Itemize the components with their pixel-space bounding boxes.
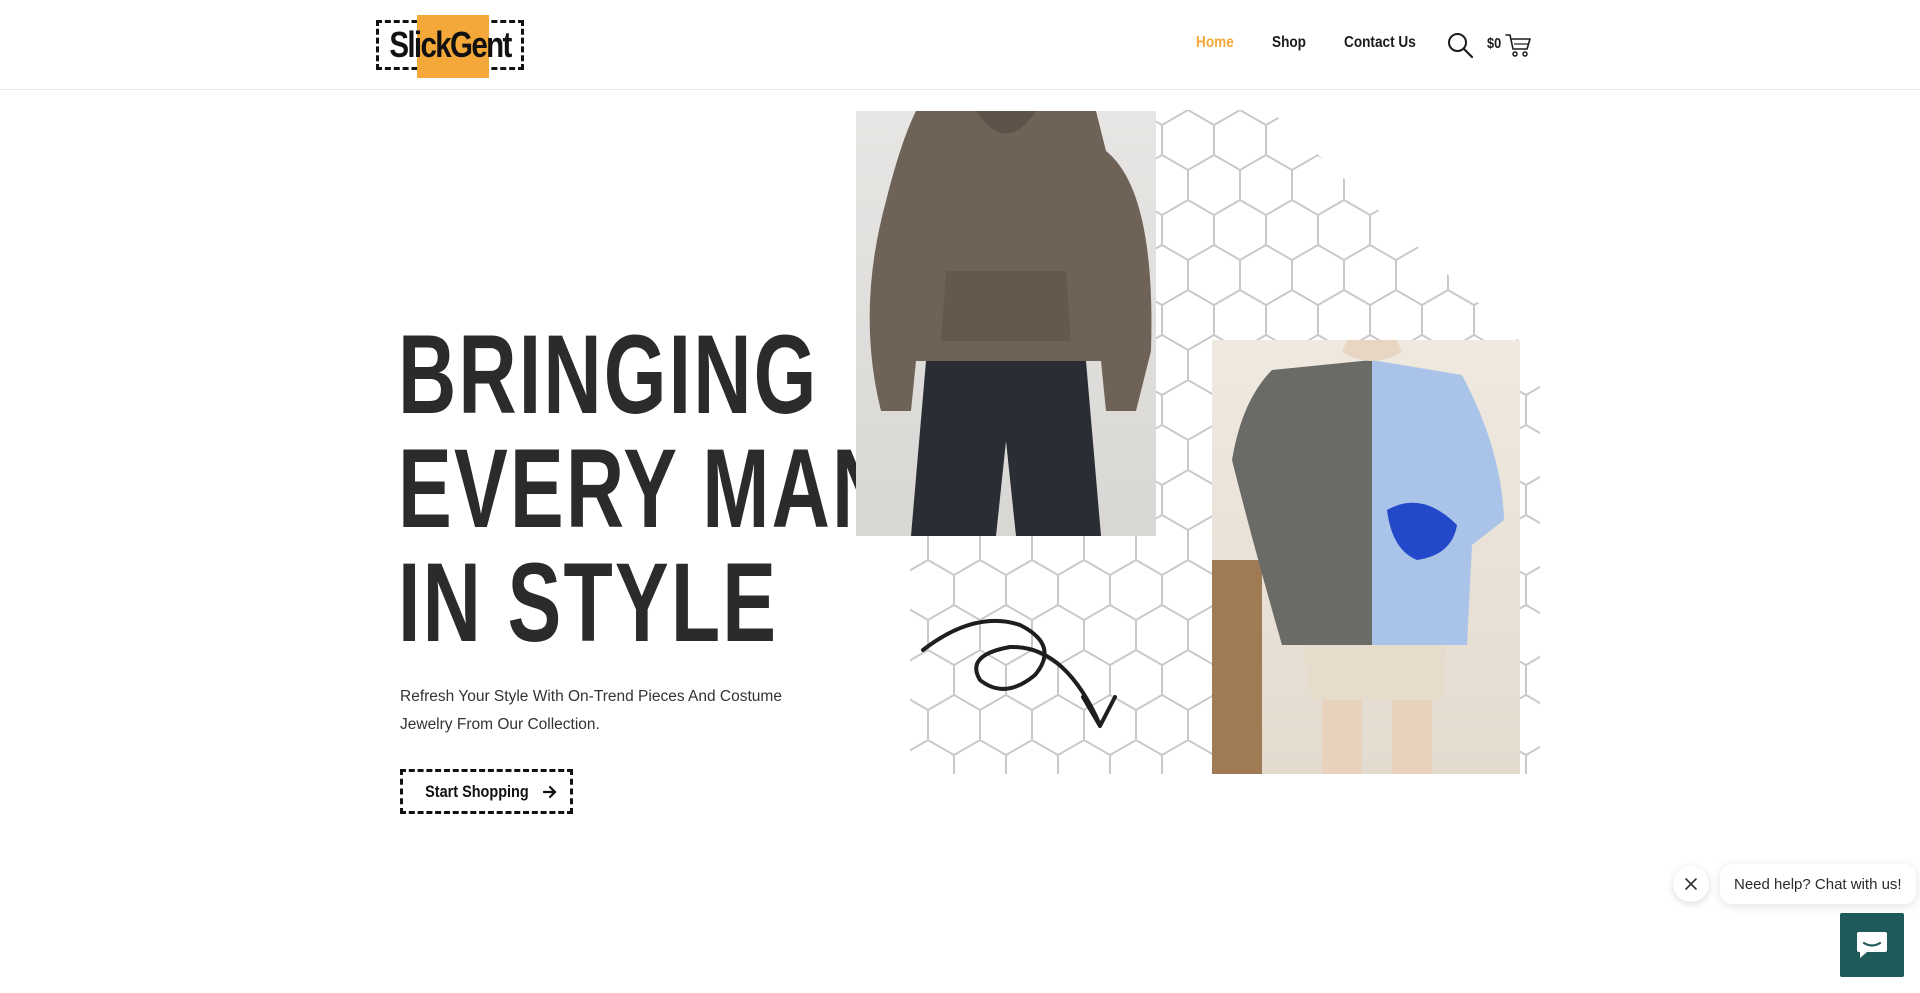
hero-title-line: IN STYLE	[398, 540, 779, 665]
scribble-arrow-decoration	[921, 618, 1117, 728]
search-icon[interactable]	[1446, 31, 1474, 59]
hoodie-model-photo	[856, 111, 1156, 536]
nav-home[interactable]: Home	[1196, 34, 1234, 52]
nav-shop[interactable]: Shop	[1272, 34, 1306, 52]
chat-prompt-bubble[interactable]: Need help? Chat with us!	[1720, 864, 1916, 904]
arrow-right-icon	[543, 785, 557, 798]
close-icon	[1685, 878, 1697, 890]
start-shopping-label: Start Shopping	[424, 781, 529, 801]
chat-launcher-button[interactable]	[1840, 913, 1904, 977]
hero-subtitle: Refresh Your Style With On-Trend Pieces …	[400, 688, 782, 733]
chat-close-button[interactable]	[1673, 866, 1709, 902]
hero-title-line: EVERY MAN	[398, 426, 893, 551]
chat-icon	[1857, 932, 1887, 958]
site-logo[interactable]: SlickGent	[376, 15, 524, 78]
start-shopping-button[interactable]: Start Shopping	[400, 769, 573, 814]
chat-prompt-text: Need help? Chat with us!	[1734, 875, 1902, 893]
site-header: SlickGent Home Shop Contact Us $0	[0, 0, 1920, 90]
cart-icon[interactable]	[1505, 32, 1531, 58]
nav-contact-us[interactable]: Contact Us	[1344, 34, 1416, 52]
hero-title-line: BRINGING	[398, 312, 819, 437]
cart-total: $0	[1487, 35, 1502, 52]
hero-title: BRINGING EVERY MAN IN STYLE	[398, 312, 893, 665]
logo-text: SlickGent	[389, 24, 512, 65]
sweater-model-photo	[1212, 340, 1520, 774]
